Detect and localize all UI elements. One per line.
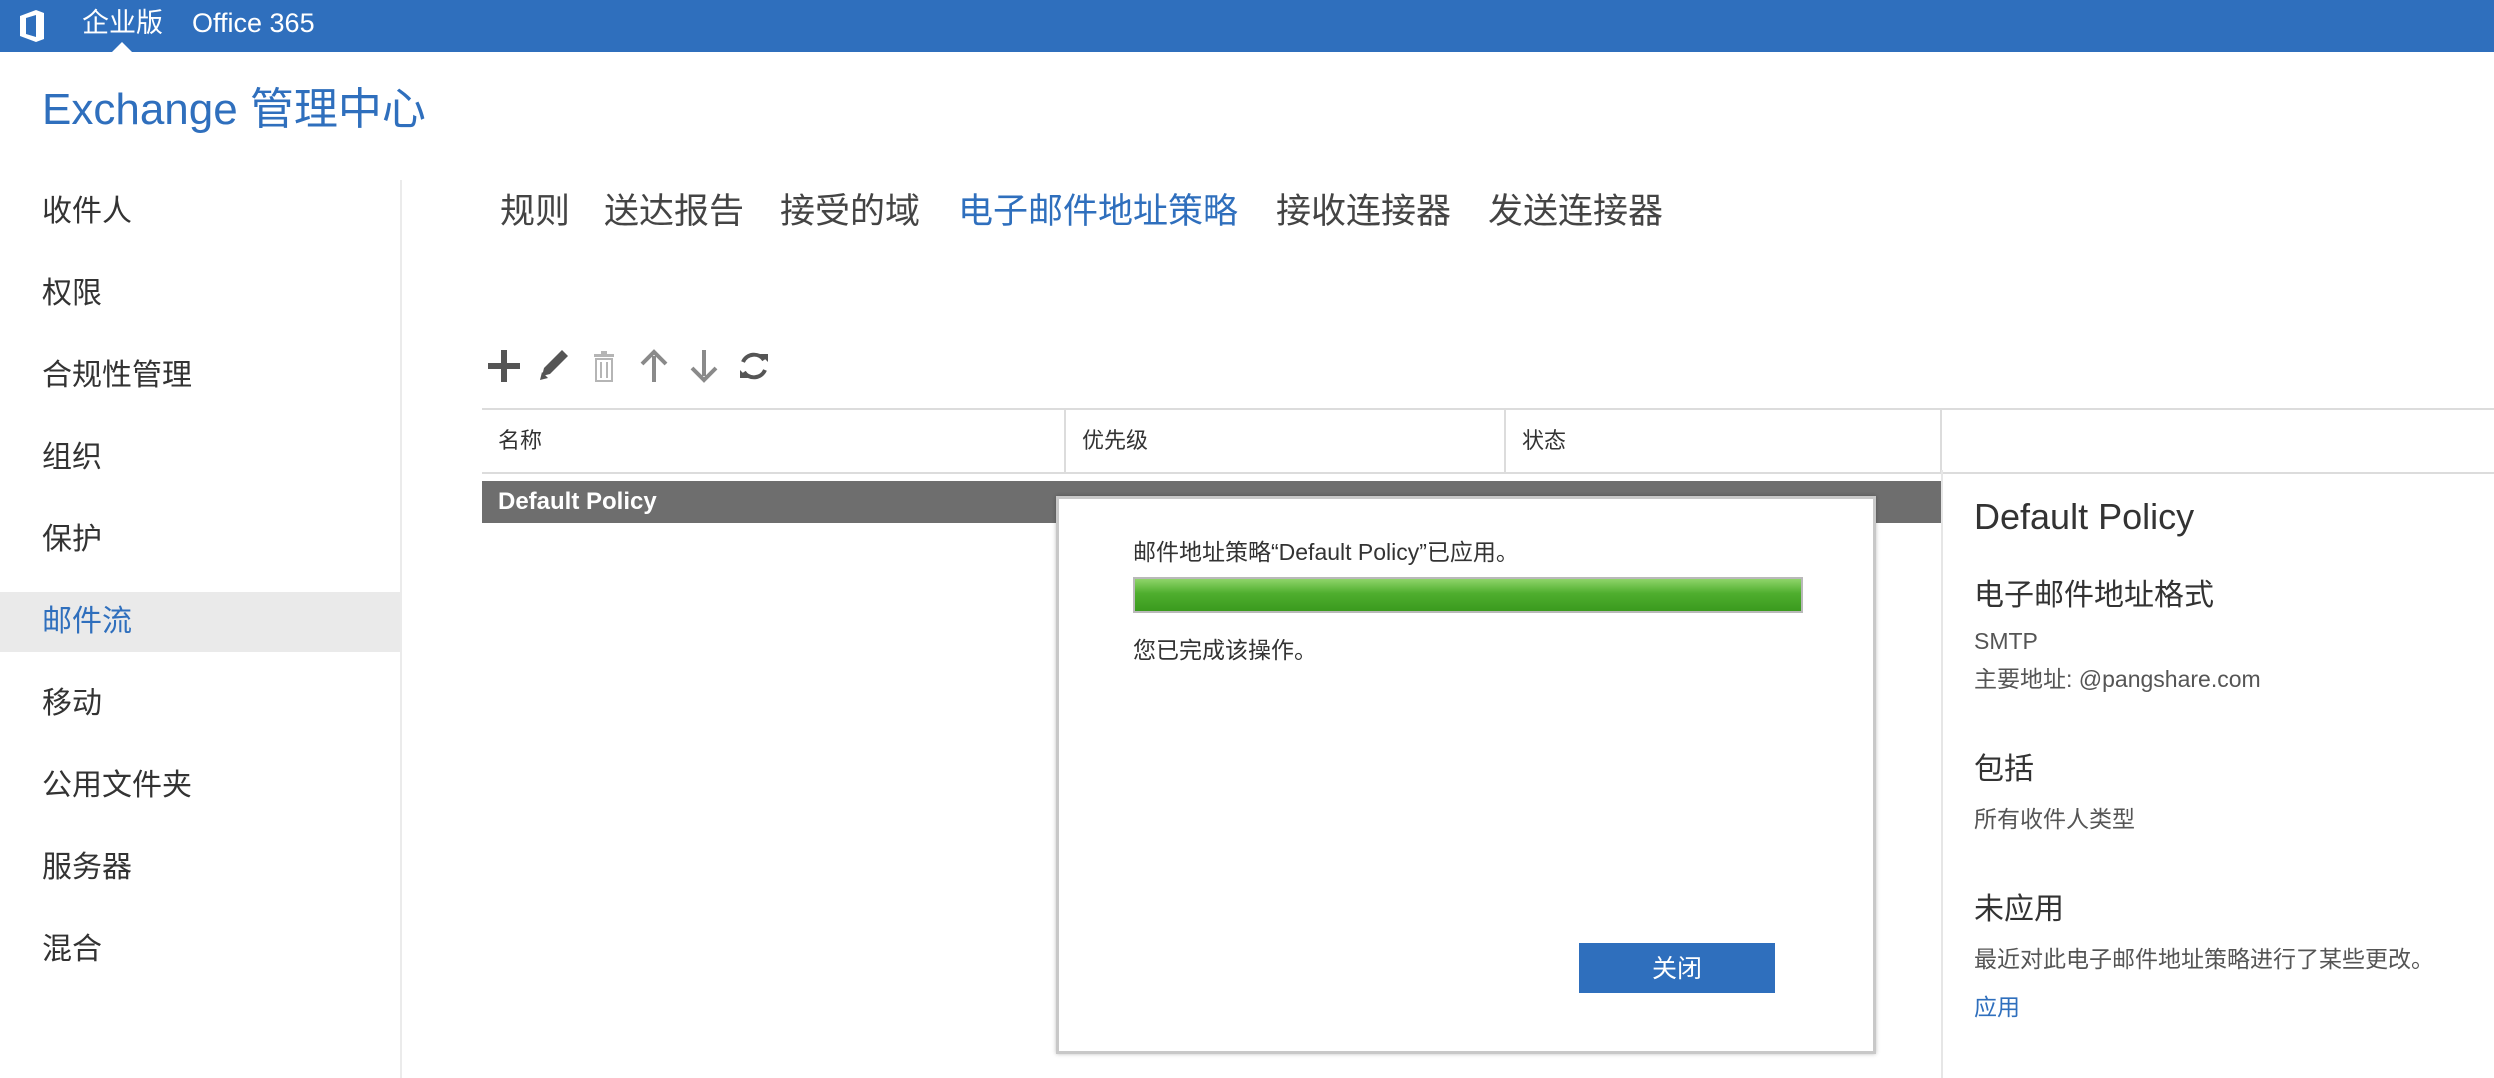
details-format-heading: 电子邮件地址格式 [1974,579,2214,612]
delete-icon[interactable] [584,346,624,386]
column-priority[interactable]: 优先级 [1066,410,1506,472]
progress-dialog: 邮件地址策略“Default Policy”已应用。 您已完成该操作。 关闭 [1056,496,1876,1054]
details-includes-value: 所有收件人类型 [1974,806,2135,832]
details-divider [1941,470,1943,1078]
move-up-icon[interactable] [634,346,674,386]
progress-fill [1135,579,1801,611]
sidebar-item-mail-flow[interactable]: 邮件流 [0,592,400,652]
details-format-type: SMTP [1974,628,2038,654]
active-caret-icon [112,42,132,52]
tab-receive-connectors[interactable]: 接收连接器 [1276,186,1451,238]
sidebar-item-public-folders[interactable]: 公用文件夹 [0,756,400,816]
details-primary-address: 主要地址: @pangshare.com [1974,666,2261,692]
details-not-applied-text: 最近对此电子邮件地址策略进行了某些更改。 [1974,946,2434,972]
dialog-done-text: 您已完成该操作。 [1133,637,1317,663]
dialog-message: 邮件地址策略“Default Policy”已应用。 [1133,539,1519,565]
tab-email-address-policies[interactable]: 电子邮件地址策略 [958,186,1238,238]
progress-bar [1133,577,1803,613]
tab-delivery-reports[interactable]: 送达报告 [604,186,744,238]
details-includes-heading: 包括 [1974,753,2034,786]
refresh-icon[interactable] [734,346,774,386]
sidebar-item-recipients[interactable]: 收件人 [0,182,400,242]
table-header: 名称 优先级 状态 [482,408,2494,474]
sidebar-item-hybrid[interactable]: 混合 [0,920,400,980]
page-title: Exchange 管理中心 [42,85,426,134]
sidebar-item-compliance[interactable]: 合规性管理 [0,346,400,406]
details-not-applied-heading: 未应用 [1974,893,2064,926]
sidebar-item-protection[interactable]: 保护 [0,510,400,570]
apply-link[interactable]: 应用 [1974,988,2020,1022]
office-logo-icon[interactable] [14,8,50,44]
office365-link[interactable]: Office 365 [192,5,315,41]
sidebar-item-servers[interactable]: 服务器 [0,838,400,898]
tab-send-connectors[interactable]: 发送连接器 [1488,186,1663,238]
column-status[interactable]: 状态 [1506,410,1942,472]
sidebar: 收件人 权限 合规性管理 组织 保护 邮件流 移动 公用文件夹 服务器 混合 [0,180,402,1078]
edition-menu[interactable]: 企业版 [82,5,163,41]
move-down-icon[interactable] [684,346,724,386]
close-button[interactable]: 关闭 [1579,943,1775,993]
sidebar-item-mobile[interactable]: 移动 [0,674,400,734]
details-title: Default Policy [1974,496,2195,537]
column-name[interactable]: 名称 [482,410,1066,472]
tab-rules[interactable]: 规则 [500,186,570,238]
top-bar: 企业版 Office 365 [0,0,2494,52]
sidebar-item-organization[interactable]: 组织 [0,428,400,488]
add-icon[interactable] [484,346,524,386]
sidebar-item-permissions[interactable]: 权限 [0,264,400,324]
tab-accepted-domains[interactable]: 接受的域 [780,186,920,238]
edit-icon[interactable] [534,346,574,386]
